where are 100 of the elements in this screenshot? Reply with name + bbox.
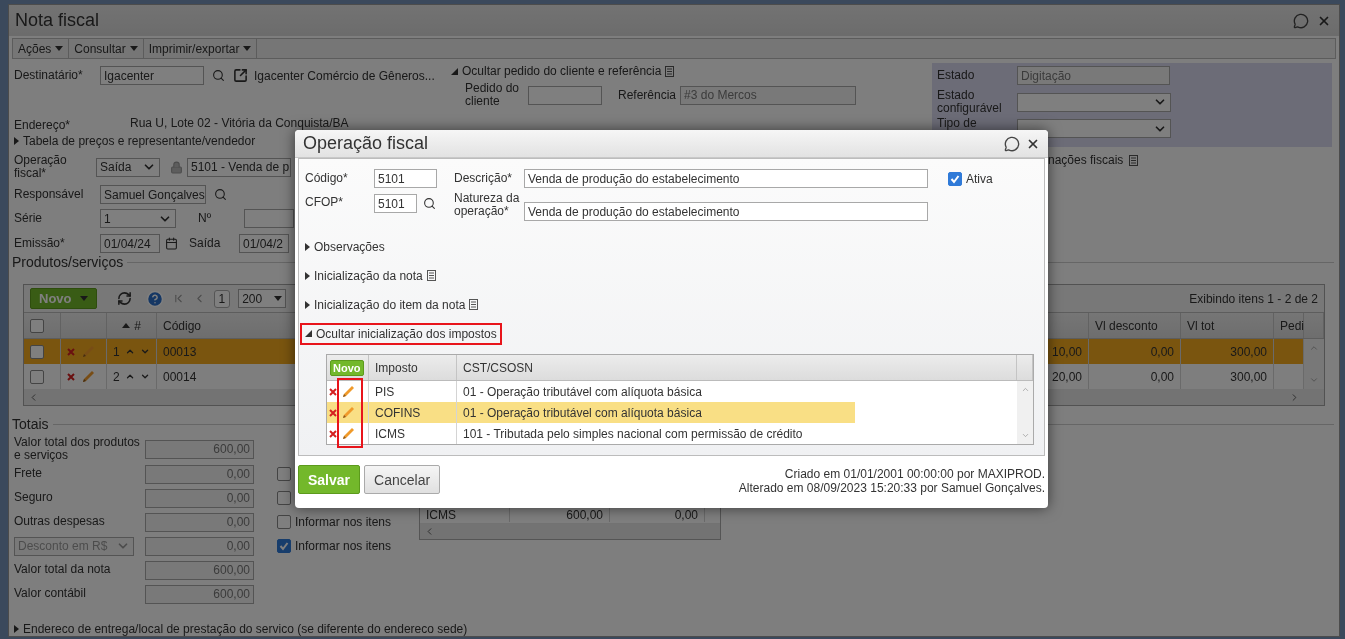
- checkbox[interactable]: [277, 539, 291, 553]
- date-field[interactable]: 01/04/24: [100, 234, 160, 253]
- table-cell: COFINS: [369, 402, 457, 423]
- refresh-icon[interactable]: [116, 291, 132, 306]
- column-header[interactable]: Pedi: [1274, 313, 1304, 338]
- input-field[interactable]: Venda de produção do estabelecimento: [524, 169, 928, 188]
- delete-icon[interactable]: [67, 372, 75, 381]
- item-count: Exibindo itens 1 - 2 de 2: [1189, 291, 1318, 306]
- input-field[interactable]: Venda de produção do estabelecimento: [524, 202, 928, 221]
- section-toggle[interactable]: Inicialização da nota: [305, 268, 436, 283]
- comment-icon[interactable]: [1004, 135, 1020, 152]
- document-icon: [665, 65, 675, 77]
- input-field[interactable]: [528, 85, 602, 105]
- column-header[interactable]: CST/CSOSN: [457, 355, 1017, 380]
- checkbox[interactable]: [277, 467, 291, 481]
- cancel-button[interactable]: Cancelar: [364, 465, 441, 494]
- input-field[interactable]: 5101: [374, 169, 437, 188]
- help-icon[interactable]: [145, 289, 164, 308]
- scroll-down-icon[interactable]: [1020, 431, 1030, 440]
- field-label: Valor total da nota: [14, 563, 112, 577]
- input-field[interactable]: 5101: [374, 194, 417, 213]
- input-field[interactable]: #3 do Mercos: [680, 85, 857, 105]
- state-select[interactable]: [1017, 92, 1171, 112]
- field-label: Descrição*: [454, 171, 514, 186]
- caret-icon: [79, 296, 88, 301]
- page-size-select[interactable]: 200: [238, 289, 287, 308]
- scroll-up-icon[interactable]: [1020, 385, 1030, 394]
- pencil-icon[interactable]: [80, 368, 96, 385]
- amount-field: 600,00: [145, 584, 254, 604]
- column-header[interactable]: #: [107, 313, 157, 338]
- column-header[interactable]: Vl tot: [1181, 313, 1274, 338]
- input-field[interactable]: Digitação: [1017, 66, 1170, 85]
- table-cell: 1: [113, 344, 120, 359]
- checkbox[interactable]: [30, 318, 44, 333]
- field-label: Operação fiscal*: [14, 153, 68, 181]
- section-toggle[interactable]: Tabela de preços e representante/vendedor: [14, 134, 256, 148]
- delete-icon[interactable]: [329, 387, 337, 396]
- dialog-title: Operação fiscal: [303, 133, 430, 154]
- menu-button[interactable]: Ações: [13, 39, 70, 58]
- lock-icon: [170, 160, 183, 174]
- input-field[interactable]: Samuel Gonçalves: [100, 185, 206, 204]
- series-select[interactable]: 1: [100, 209, 176, 228]
- checkbox[interactable]: [948, 171, 962, 186]
- audit-text: Criado em 01/01/2001 00:00:00 por MAXIPROD.: [783, 468, 1045, 482]
- search-icon[interactable]: [214, 188, 227, 201]
- section-toggle[interactable]: Observações: [305, 239, 385, 254]
- field-label: Endereço*: [14, 118, 72, 132]
- pencil-icon[interactable]: [340, 404, 356, 421]
- amount-field: 0,00: [145, 464, 254, 484]
- scrollbar[interactable]: [420, 523, 720, 539]
- pencil-icon[interactable]: [340, 425, 356, 442]
- section-toggle[interactable]: Ocultar inicialização dos impostos: [300, 322, 502, 345]
- scroll-down-icon[interactable]: [1309, 375, 1319, 385]
- field-label: Seguro: [14, 491, 54, 505]
- type-select[interactable]: Saída: [96, 157, 160, 177]
- checkbox[interactable]: [277, 491, 291, 505]
- section-toggle[interactable]: Endereco de entrega/local de prestação do servico (se diferente do endereco sede): [14, 622, 468, 636]
- date-field[interactable]: 01/04/2: [239, 234, 289, 253]
- menu-button[interactable]: Consultar: [69, 39, 144, 58]
- field-label: Responsável: [14, 187, 85, 202]
- new-button[interactable]: Novo: [330, 359, 364, 376]
- checkbox[interactable]: [30, 369, 44, 384]
- checkbox[interactable]: [30, 344, 44, 359]
- input-field[interactable]: [244, 209, 294, 228]
- menu-button[interactable]: Imprimir/exportar: [143, 39, 258, 58]
- search-icon[interactable]: [212, 69, 225, 82]
- table-row[interactable]: COFINS 01 - Operação tributável com alíquota básica: [327, 402, 855, 423]
- caret-icon: [55, 46, 64, 51]
- audit-text: Alterado em 08/09/2023 15:20:33 por Samuel Gonçalves.: [738, 481, 1045, 496]
- checkbox[interactable]: [277, 515, 291, 529]
- section-toggle-text[interactable]: nações fiscais: [1048, 153, 1124, 167]
- column-header[interactable]: Vl desconto: [1089, 313, 1181, 338]
- pencil-icon[interactable]: [340, 383, 356, 400]
- amount-field: 0,00: [145, 536, 254, 556]
- field-label: Referência: [618, 88, 677, 102]
- input-field[interactable]: Igacenter: [100, 66, 204, 85]
- type-select[interactable]: [1017, 119, 1171, 138]
- search-icon[interactable]: [423, 197, 436, 210]
- caret-icon: [129, 46, 138, 51]
- calendar-icon[interactable]: [165, 237, 178, 250]
- save-button[interactable]: Salvar: [298, 465, 361, 494]
- page-field[interactable]: 1: [213, 289, 231, 308]
- input-field[interactable]: 5101 - Venda de p: [187, 157, 291, 177]
- table-row[interactable]: ICMS 101 - Tributada pelo simples nacional com permissão de crédito: [327, 423, 855, 444]
- scroll-up-icon[interactable]: [1309, 343, 1319, 353]
- column-header[interactable]: Imposto: [369, 355, 457, 380]
- amount-field: 0,00: [145, 488, 254, 508]
- field-label: Estado configurável: [937, 88, 1003, 116]
- section-toggle[interactable]: Inicialização do item da nota: [305, 297, 479, 312]
- table-cell: ICMS: [369, 423, 457, 444]
- delete-icon[interactable]: [329, 429, 337, 438]
- scrollbar[interactable]: [1017, 381, 1033, 444]
- external-link-icon[interactable]: [233, 68, 248, 83]
- field-label: Saída: [189, 236, 222, 251]
- field-label: Nº: [198, 211, 213, 226]
- window-title: Nota fiscal: [15, 10, 101, 31]
- section-toggle[interactable]: Ocultar pedido do cliente e referência: [451, 64, 857, 78]
- field-label: Valor contábil: [14, 587, 87, 601]
- delete-icon[interactable]: [329, 408, 337, 417]
- amount-field: 600,00: [145, 439, 254, 459]
